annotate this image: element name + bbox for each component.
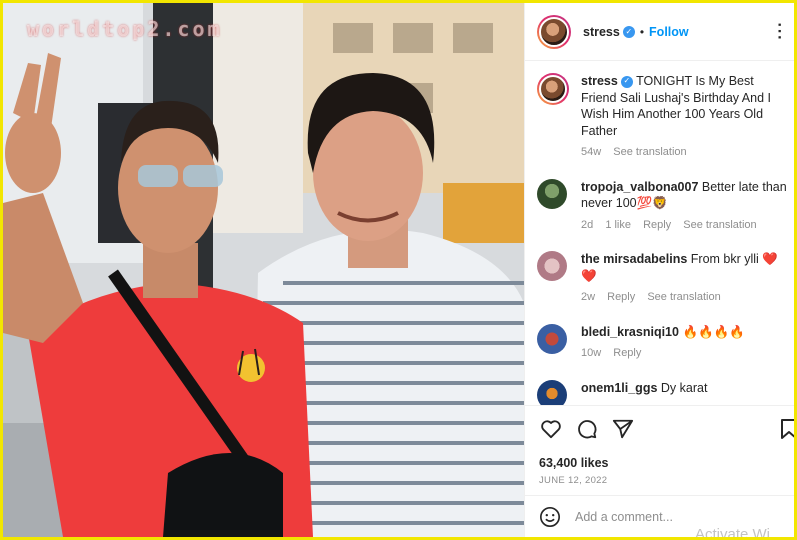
comment-username[interactable]: tropoja_valbona007 [581, 180, 698, 194]
activate-windows-watermark: Activate Wi [695, 526, 771, 540]
commenter-avatar[interactable] [537, 379, 567, 405]
screenshot-frame: worldtop2.com stress ✓ • Follow ··· stre… [0, 0, 797, 540]
verified-icon: ✓ [622, 25, 635, 38]
comment-row: onem1li_ggs Dy karat [537, 379, 787, 405]
add-comment-input[interactable] [575, 509, 755, 524]
watermark-text: worldtop2.com [27, 17, 223, 41]
comment-username[interactable]: bledi_krasniqi10 [581, 325, 679, 339]
photo-illustration [3, 3, 524, 537]
comment-row: bledi_krasniqi10 🔥🔥🔥🔥 10w Reply [537, 323, 787, 362]
verified-icon: ✓ [620, 75, 633, 88]
commenter-avatar[interactable] [537, 323, 567, 354]
author-username[interactable]: stress [583, 25, 620, 39]
comment-row: tropoja_valbona007 Better late than neve… [537, 178, 787, 234]
bookmark-icon[interactable] [779, 418, 794, 440]
comment-text: Dy karat [660, 380, 708, 395]
comment-row: the mirsadabelins From bkr ylli ❤️ ❤️ 2w… [537, 251, 787, 306]
comment-likes[interactable]: 1 like [605, 219, 631, 231]
emoji-icon[interactable] [539, 506, 561, 528]
comment-reply-button[interactable]: Reply [613, 347, 641, 359]
comment-age: 2d [581, 218, 594, 231]
more-options-icon[interactable]: ··· [770, 23, 788, 42]
post-photo[interactable]: worldtop2.com [3, 3, 524, 537]
follow-button[interactable]: Follow [649, 25, 689, 39]
comment-username[interactable]: onem1li_ggs [581, 381, 657, 395]
likes-count[interactable]: 63,400 likes [525, 456, 794, 470]
comment-reply-button[interactable]: Reply [643, 219, 671, 231]
comment-username[interactable]: the mirsadabelins [581, 252, 687, 266]
comments-list[interactable]: stress ✓ TONIGHT Is My Best Friend Sali L… [525, 61, 794, 405]
caption-age: 54w [581, 146, 602, 158]
comment-see-translation[interactable]: See translation [683, 219, 756, 231]
commenter-avatar[interactable] [537, 251, 567, 281]
post-side-panel: stress ✓ • Follow ··· stress ✓ TONIGHT Is… [524, 3, 794, 537]
comment-age: 10w [581, 347, 602, 359]
heart-icon[interactable] [539, 417, 563, 441]
caption-avatar[interactable] [537, 73, 569, 105]
caption-username[interactable]: stress [581, 74, 618, 88]
post-header: stress ✓ • Follow ··· [525, 3, 794, 61]
separator-dot: • [639, 24, 645, 39]
post-date: JUNE 12, 2022 [539, 475, 608, 486]
comment-reply-button[interactable]: Reply [607, 291, 635, 303]
caption-see-translation[interactable]: See translation [613, 146, 686, 158]
share-icon[interactable] [611, 417, 635, 441]
comment-age: 2w [581, 291, 596, 303]
add-comment-bar: Activate Wi [525, 495, 794, 540]
comment-see-translation[interactable]: See translation [647, 291, 720, 303]
comment-icon[interactable] [575, 417, 599, 441]
comment-text: 🔥🔥🔥🔥 [682, 324, 745, 339]
commenter-avatar[interactable] [537, 178, 567, 209]
caption-row: stress ✓ TONIGHT Is My Best Friend Sali L… [537, 73, 787, 161]
author-avatar[interactable] [537, 14, 571, 49]
